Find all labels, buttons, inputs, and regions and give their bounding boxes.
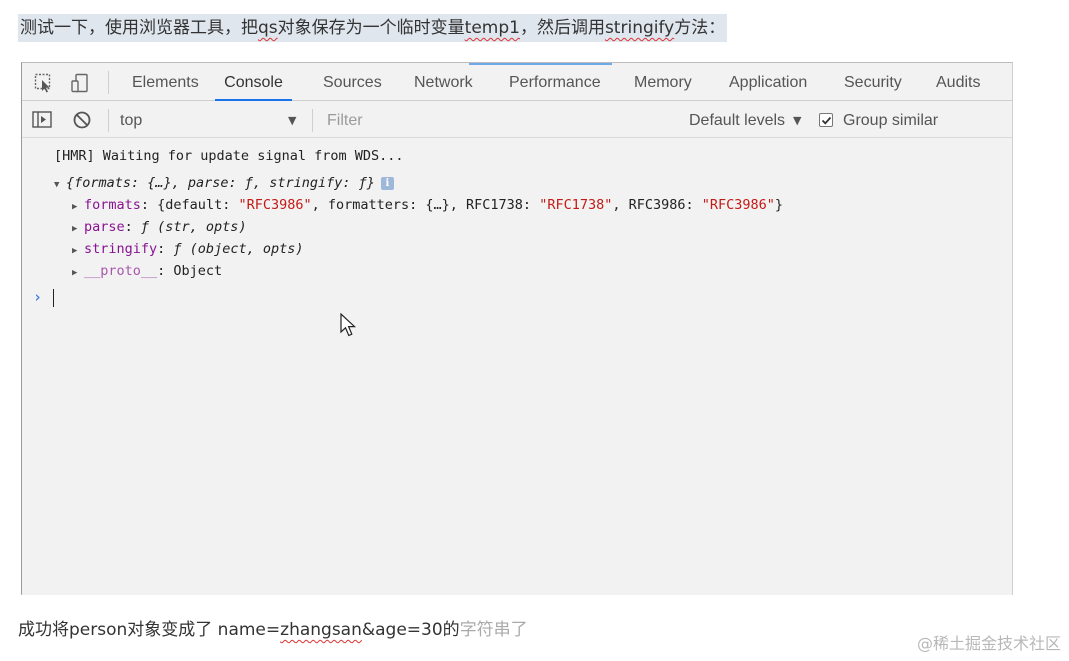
intro-text-2: 对象保存为一个临时变量 (277, 18, 465, 38)
property-value: ƒ (str, opts) (140, 219, 247, 235)
intro-qs: qs (258, 18, 278, 38)
string-value: "RFC3986" (701, 197, 775, 213)
console-property-stringify[interactable]: ▶ stringify: ƒ (object, opts) (72, 239, 303, 259)
property-value: Object (173, 263, 223, 279)
tab-bar-separator (108, 71, 109, 94)
result-text-1: 成功将person对象变成了 name= (18, 620, 281, 640)
tab-application[interactable]: Application (729, 63, 807, 101)
console-property-parse[interactable]: ▶ parse: ƒ (str, opts) (72, 217, 247, 237)
property-value: {default: (157, 197, 239, 213)
intro-stringify: stringify (604, 18, 675, 38)
console-property-formats[interactable]: ▶ formats: {default: "RFC3986", formatter… (72, 195, 783, 215)
context-dropdown-icon[interactable]: ▼ (288, 114, 296, 127)
expand-triangle-icon[interactable]: ▶ (72, 263, 84, 283)
toolbar-separator (312, 109, 313, 132)
group-similar-label[interactable]: Group similar (843, 102, 938, 138)
clear-console-icon[interactable] (71, 109, 93, 131)
property-value: , formatters: {…}, RFC1738: (311, 197, 540, 213)
tab-security[interactable]: Security (844, 63, 902, 101)
levels-dropdown-icon[interactable]: ▼ (793, 114, 801, 127)
inspect-element-icon[interactable] (33, 72, 55, 94)
show-sidebar-icon[interactable] (31, 109, 53, 131)
result-text-2: &age=30的 (361, 620, 460, 640)
property-key: stringify (84, 241, 158, 257)
tab-performance[interactable]: Performance (509, 63, 601, 101)
mouse-pointer-icon (340, 312, 358, 343)
string-value: "RFC3986" (238, 197, 312, 213)
devtools-panel: Elements Console Sources Network Perform… (21, 62, 1013, 595)
result-zhangsan: zhangsan (280, 620, 362, 640)
context-select[interactable]: top (120, 102, 142, 138)
info-icon[interactable]: i (380, 176, 394, 190)
intro-text-1: 测试一下，使用浏览器工具，把 (20, 18, 258, 38)
expand-triangle-icon[interactable]: ▶ (72, 197, 84, 217)
expand-triangle-icon[interactable]: ▶ (72, 219, 84, 239)
expand-triangle-icon[interactable]: ▼ (54, 175, 66, 195)
group-similar-checkbox[interactable] (819, 113, 833, 127)
property-key: __proto__ (84, 263, 158, 279)
property-value: ƒ (object, opts) (173, 241, 304, 257)
article-result-text: 成功将person对象变成了 name=zhangsan&age=30的字符串了 (18, 616, 528, 644)
result-text-faded: 字符串了 (459, 620, 528, 640)
tab-sources[interactable]: Sources (323, 63, 382, 101)
filter-input[interactable]: Filter (327, 102, 363, 138)
intro-temp1: temp1 (464, 18, 520, 38)
console-output: [HMR] Waiting for update signal from WDS… (22, 139, 1012, 595)
devtools-tab-bar: Elements Console Sources Network Perform… (22, 63, 1012, 101)
string-value: "RFC1738" (539, 197, 613, 213)
console-toolbar: top ▼ Filter Default levels ▼ Group simi… (22, 102, 1012, 138)
article-intro-text: 测试一下，使用浏览器工具，把qs对象保存为一个临时变量temp1，然后调用str… (18, 14, 728, 42)
tab-memory[interactable]: Memory (634, 63, 692, 101)
watermark-text: @稀土掘金技术社区 (916, 634, 1061, 653)
property-value: } (774, 197, 784, 213)
tab-console[interactable]: Console (215, 63, 292, 101)
console-property-proto[interactable]: ▶ __proto__: Object (72, 261, 222, 281)
tab-network[interactable]: Network (414, 63, 473, 101)
expand-triangle-icon[interactable]: ▶ (72, 241, 84, 261)
tab-elements[interactable]: Elements (132, 63, 199, 101)
intro-text-3: ，然后调用 (519, 18, 605, 38)
object-preview: {formats: {…}, parse: ƒ, stringify: ƒ} (66, 175, 375, 191)
device-toolbar-icon[interactable] (69, 72, 91, 94)
console-input-caret[interactable] (53, 289, 54, 307)
intro-text-4: 方法： (674, 18, 726, 38)
property-value: , RFC3986: (612, 197, 702, 213)
console-object-summary[interactable]: ▼ {formats: {…}, parse: ƒ, stringify: ƒ} i (54, 173, 394, 193)
console-prompt-icon: › (33, 288, 43, 306)
tab-audits[interactable]: Audits (936, 63, 980, 101)
default-levels-select[interactable]: Default levels (689, 102, 785, 138)
property-key: formats (84, 197, 141, 213)
toolbar-separator (108, 109, 109, 132)
console-message: [HMR] Waiting for update signal from WDS… (54, 148, 404, 164)
property-key: parse (84, 219, 125, 235)
